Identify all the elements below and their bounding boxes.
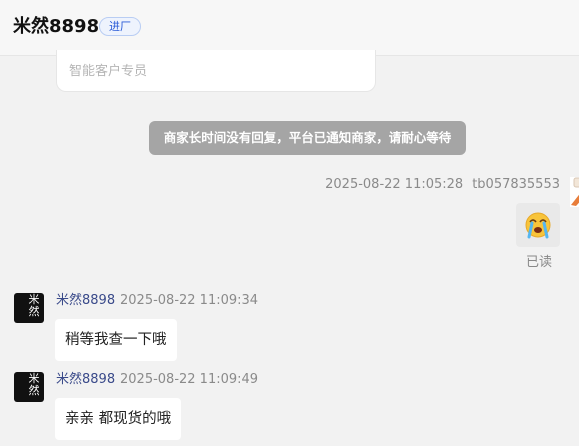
merchant-avatar[interactable]: 米然 [14, 372, 44, 402]
message-timestamp: 2025-08-22 11:09:49 [120, 372, 259, 387]
system-notice: 商家长时间没有回复，平台已通知商家，请耐心等待 [149, 121, 466, 155]
merchant-avatar[interactable]: 米然 [14, 293, 44, 323]
message-timestamp: 2025-08-22 11:09:34 [120, 293, 259, 308]
outgoing-username: tb057835553 [472, 177, 560, 192]
user-avatar[interactable] [570, 177, 579, 207]
merchant-avatar-text: 米然 [28, 372, 40, 397]
assistant-card: 智能客户专员 [56, 50, 376, 92]
shop-name[interactable]: 米然8898 [13, 16, 99, 38]
read-status: 已读 [526, 255, 553, 270]
crying-face-icon [525, 212, 551, 239]
outgoing-meta: 2025-08-22 11:05:28 tb057835553 [325, 177, 560, 193]
emoji-message[interactable] [516, 203, 560, 247]
message-bubble[interactable]: 稍等我查一下哦 [55, 319, 177, 361]
chat-header: 米然8898 进厂 [0, 0, 579, 56]
message-bubble[interactable]: 亲亲 都现货的哦 [55, 398, 182, 440]
message-sender-name[interactable]: 米然8898 [56, 372, 115, 388]
merchant-avatar-text: 米然 [28, 293, 40, 318]
message-sender-name[interactable]: 米然8898 [56, 293, 115, 309]
shop-badge[interactable]: 进厂 [99, 17, 141, 36]
assistant-card-text: 智能客户专员 [69, 64, 148, 79]
outgoing-timestamp: 2025-08-22 11:05:28 [325, 177, 464, 192]
